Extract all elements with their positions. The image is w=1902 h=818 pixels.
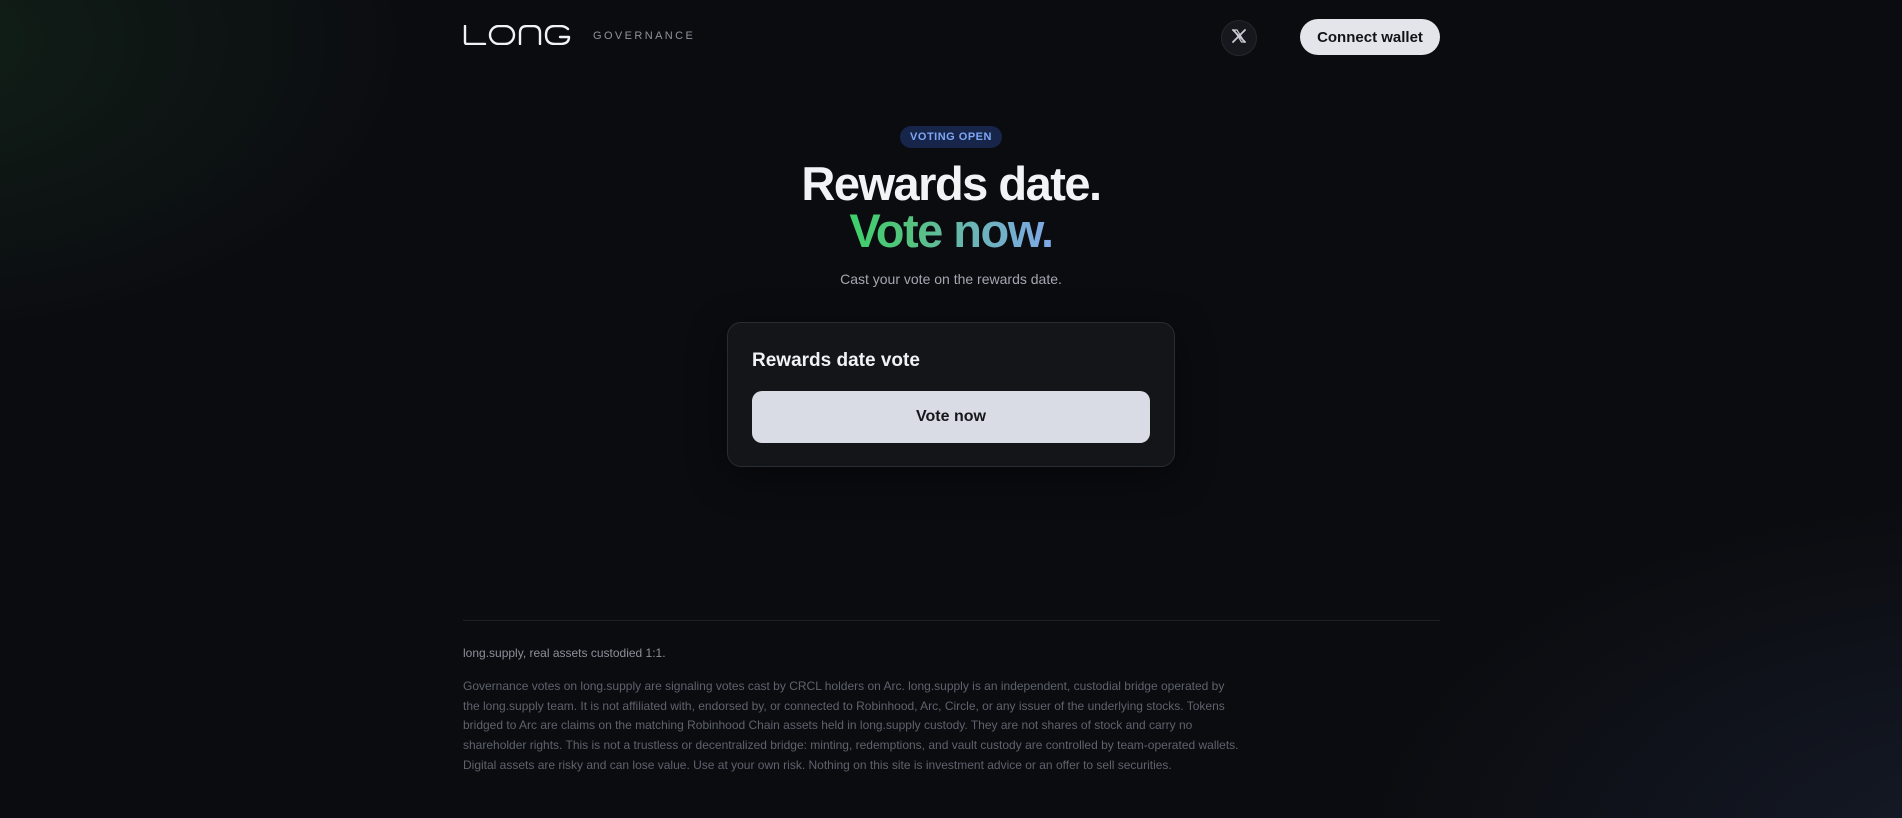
hero-title-gradient-text: Vote now. bbox=[849, 204, 1054, 257]
logo[interactable]: GOVERNANCE bbox=[463, 24, 696, 46]
vote-now-button[interactable]: Vote now bbox=[752, 391, 1150, 443]
hero-subtitle: Cast your vote on the rewards date. bbox=[840, 271, 1062, 287]
header: GOVERNANCE Connect wallet bbox=[463, 18, 1440, 56]
connect-wallet-button[interactable]: Connect wallet bbox=[1300, 19, 1440, 55]
footer-divider bbox=[463, 620, 1440, 621]
footer-disclaimer: Governance votes on long.supply are sign… bbox=[463, 679, 1239, 772]
long-logo-icon bbox=[463, 24, 581, 46]
vote-card-title: Rewards date vote bbox=[752, 350, 920, 371]
x-social-button[interactable] bbox=[1221, 20, 1257, 56]
hero-title-line1: Rewards date. bbox=[801, 157, 1102, 210]
logo-subtitle: GOVERNANCE bbox=[593, 30, 696, 42]
vote-card: Rewards date vote Vote now bbox=[727, 322, 1175, 467]
hero-title-line2: Vote now. bbox=[0, 205, 1902, 257]
x-logo-icon bbox=[1232, 28, 1246, 48]
footer-tagline: long.supply, real assets custodied 1:1. bbox=[463, 646, 666, 660]
voting-status-badge: VOTING OPEN bbox=[900, 126, 1002, 148]
